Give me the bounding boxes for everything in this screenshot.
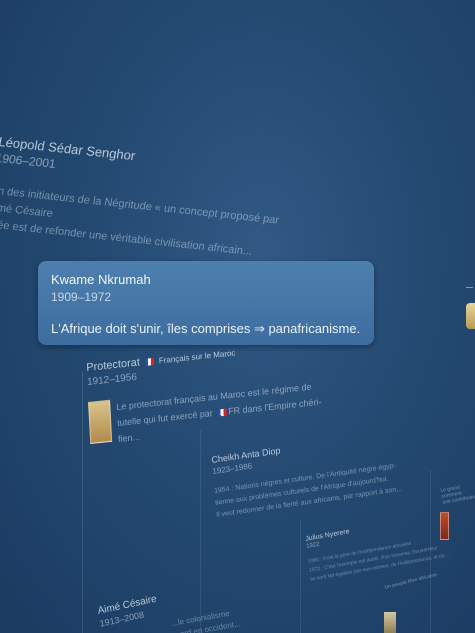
timeline-canvas[interactable]: Léopold Sédar Senghor 1906–2001 Un des i…: [0, 0, 475, 633]
entry-body: ...le colonialisme ...ard en occident...: [170, 606, 242, 633]
timeline-axis: [82, 372, 83, 633]
timeline-guide-line: [200, 430, 201, 633]
entry-thumbnail[interactable]: [466, 303, 475, 329]
timeline-entry-protectorat[interactable]: Protectorat Français sur le Maroc 1912–1…: [86, 338, 323, 450]
france-flag-icon: [217, 408, 227, 417]
entry-name: Kwame Nkrumah: [51, 272, 151, 287]
entry-body: Le protectorat français au Maroc est le …: [116, 378, 323, 447]
timeline-tick: [466, 287, 473, 288]
timeline-entry-diop[interactable]: Cheikh Anta Diop 1923–1986 1954 : Nation…: [211, 429, 403, 522]
entry-content: Le protectorat français au Maroc est le …: [88, 378, 323, 450]
entry-years: 1909–1972: [51, 290, 112, 304]
entry-thumbnail[interactable]: [440, 512, 449, 540]
entry-quote: L'Afrique doit s'unir, îles comprises ⇒ …: [51, 321, 361, 336]
entry-body: Un des initiateurs de la Négritude « un …: [0, 182, 280, 263]
entry-thumbnail[interactable]: [384, 612, 396, 633]
timeline-entry-cesaire[interactable]: Aimé Césaire 1913–2008: [97, 594, 159, 629]
timeline-entry-senghor[interactable]: Léopold Sédar Senghor 1906–2001 Un des i…: [0, 134, 289, 263]
france-flag-icon: [144, 357, 155, 366]
entry-thumbnail[interactable]: [88, 399, 113, 444]
timeline-guide-line: [300, 520, 301, 633]
timeline-entry-fragment[interactable]: Le grand continent une contribution: [440, 482, 475, 506]
timeline-entry-nkrumah-card[interactable]: Kwame Nkrumah 1909–1972 L'Afrique doit s…: [38, 261, 374, 345]
